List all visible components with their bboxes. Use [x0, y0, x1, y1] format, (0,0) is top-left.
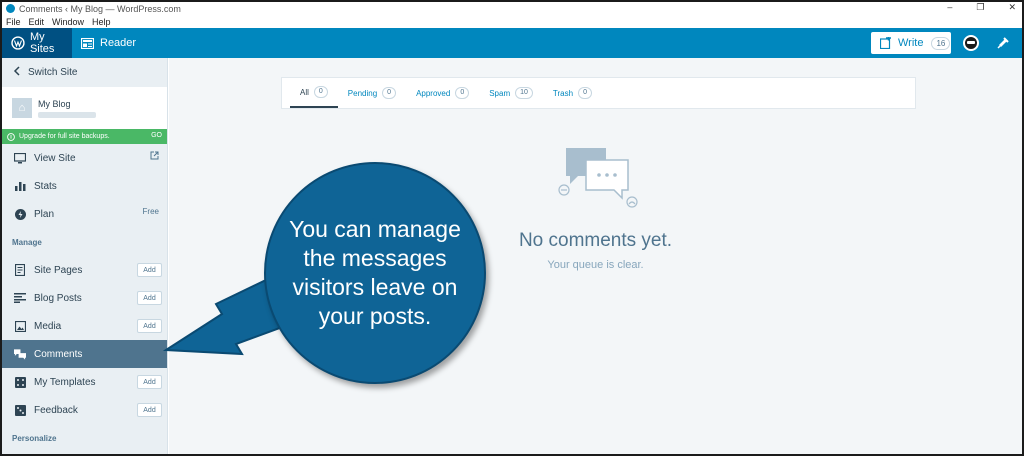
- blog-posts-label: Blog Posts: [34, 292, 82, 304]
- stats-bars-icon: [14, 180, 26, 192]
- tab-label: All: [300, 87, 309, 97]
- image-icon: [14, 320, 26, 332]
- tab-label: Approved: [416, 88, 451, 98]
- window-title: Comments ‹ My Blog — WordPress.com: [19, 3, 181, 14]
- tab-label: Pending: [347, 88, 378, 98]
- menu-edit[interactable]: Edit: [29, 17, 45, 27]
- tab-label: Trash: [552, 88, 574, 98]
- manage-heading: Manage: [12, 237, 42, 247]
- menu-help[interactable]: Help: [92, 17, 111, 27]
- tab-spam[interactable]: Spam 10: [479, 78, 543, 108]
- close-button[interactable]: ✕: [1008, 2, 1016, 13]
- upgrade-text: Upgrade for full site backups.: [19, 133, 110, 140]
- write-button[interactable]: Write 16: [871, 32, 951, 54]
- maximize-button[interactable]: ❐: [976, 2, 984, 13]
- site-blavatar-icon: ⌂: [12, 98, 32, 118]
- tab-count: 0: [313, 86, 328, 98]
- feedback-label: Feedback: [34, 404, 78, 416]
- my-sites-button[interactable]: My Sites: [2, 28, 72, 58]
- menu-file[interactable]: File: [6, 17, 21, 27]
- sidebar-item-media[interactable]: Media Add: [2, 312, 167, 340]
- posts-icon: [14, 292, 26, 304]
- callout-bubble: You can manage the messages visitors lea…: [264, 162, 486, 384]
- reader-icon: [81, 37, 94, 49]
- masterbar: My Sites Reader Write 16: [2, 28, 1022, 58]
- write-count-badge: 16: [931, 36, 951, 50]
- page-icon: [14, 264, 26, 276]
- tab-approved[interactable]: Approved 0: [406, 78, 479, 108]
- notifications-bell-icon[interactable]: [995, 35, 1011, 51]
- tab-label: Spam: [489, 88, 511, 98]
- comments-icon: [14, 348, 26, 360]
- plan-badge: Free: [142, 207, 159, 216]
- minimize-button[interactable]: –: [947, 2, 952, 13]
- switch-site-button[interactable]: Switch Site: [2, 58, 167, 87]
- add-feedback-button[interactable]: Add: [137, 403, 162, 417]
- app-window: Comments ‹ My Blog — WordPress.com – ❐ ✕…: [0, 0, 1024, 456]
- add-site-page-button[interactable]: Add: [137, 263, 162, 277]
- switch-site-label: Switch Site: [28, 67, 78, 78]
- plan-bolt-icon: [14, 208, 26, 220]
- sidebar-item-feedback[interactable]: Feedback Add: [2, 396, 167, 424]
- tab-pending[interactable]: Pending 0: [338, 78, 406, 108]
- sidebar-item-blog-posts[interactable]: Blog Posts Add: [2, 284, 167, 312]
- monitor-icon: [14, 152, 26, 164]
- add-blog-post-button[interactable]: Add: [137, 291, 162, 305]
- media-label: Media: [34, 320, 62, 332]
- sidebar-item-site-pages[interactable]: Site Pages Add: [2, 256, 167, 284]
- chevron-left-icon: [13, 66, 20, 79]
- menu-bar: File Edit Window Help: [2, 15, 1022, 28]
- sidebar-item-plan[interactable]: Plan Free: [2, 200, 167, 228]
- avatar[interactable]: [963, 35, 979, 51]
- my-sites-label: My Sites: [29, 31, 55, 55]
- wordpress-logo-icon: [6, 4, 15, 13]
- feedback-icon: [14, 404, 26, 416]
- window-controls: – ❐ ✕: [947, 2, 1016, 13]
- callout-text: You can manage the messages visitors lea…: [289, 216, 461, 329]
- personalize-heading: Personalize: [12, 433, 57, 443]
- view-site-label: View Site: [34, 152, 76, 164]
- stats-label: Stats: [34, 180, 57, 192]
- tab-count: 10: [515, 87, 533, 99]
- sidebar: Switch Site ⌂ My Blog Upgrade for full s…: [2, 58, 168, 454]
- sidebar-item-comments[interactable]: Comments: [2, 340, 167, 368]
- title-bar: Comments ‹ My Blog — WordPress.com – ❐ ✕: [2, 2, 1022, 15]
- site-pages-label: Site Pages: [34, 264, 83, 276]
- add-template-button[interactable]: Add: [137, 375, 162, 389]
- upgrade-go-link[interactable]: GO: [151, 132, 162, 139]
- reader-button[interactable]: Reader: [81, 28, 136, 58]
- info-icon: [7, 132, 15, 141]
- my-templates-label: My Templates: [34, 376, 96, 388]
- tab-count: 0: [578, 87, 592, 99]
- write-icon: [880, 37, 891, 49]
- comment-filter-bar: All 0 Pending 0 Approved 0 Spam 10 Trash…: [281, 77, 916, 109]
- sidebar-item-stats[interactable]: Stats: [2, 172, 167, 200]
- empty-comments-illustration-icon: [558, 148, 638, 208]
- tab-all[interactable]: All 0: [290, 78, 338, 108]
- site-name: My Blog: [38, 98, 71, 109]
- tab-count: 0: [455, 87, 470, 99]
- external-link-icon: [150, 151, 159, 162]
- menu-window[interactable]: Window: [52, 17, 84, 27]
- current-site-card[interactable]: ⌂ My Blog: [2, 87, 167, 129]
- tab-trash[interactable]: Trash 0: [543, 78, 602, 108]
- sidebar-item-view-site[interactable]: View Site: [2, 144, 167, 172]
- site-url-blurred: [38, 111, 96, 118]
- add-media-button[interactable]: Add: [137, 319, 162, 333]
- upgrade-nudge[interactable]: Upgrade for full site backups. GO: [2, 129, 167, 144]
- plan-label: Plan: [34, 208, 55, 220]
- comments-label: Comments: [34, 348, 83, 360]
- wordpress-icon: [11, 36, 25, 50]
- sidebar-item-my-templates[interactable]: My Templates Add: [2, 368, 167, 396]
- write-label: Write: [898, 37, 924, 49]
- templates-icon: [14, 376, 26, 388]
- tab-count: 0: [382, 87, 397, 99]
- reader-label: Reader: [100, 37, 137, 49]
